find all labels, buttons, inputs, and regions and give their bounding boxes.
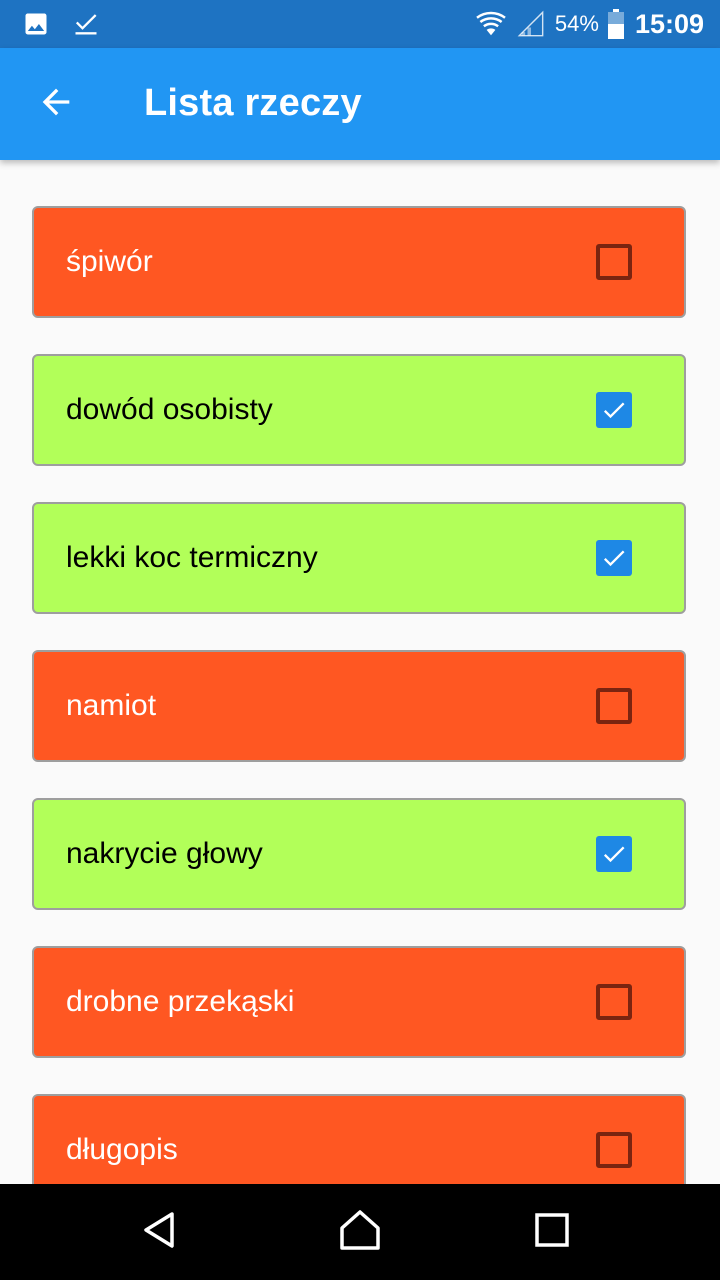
item-label: śpiwór — [66, 245, 153, 278]
item-label: nakrycie głowy — [66, 837, 263, 870]
item-label: namiot — [66, 689, 157, 722]
navigation-bar — [0, 1184, 720, 1280]
item-checkbox[interactable] — [596, 984, 632, 1020]
item-checkbox[interactable] — [596, 1132, 632, 1168]
list-item[interactable]: długopis — [32, 1094, 686, 1184]
back-button[interactable] — [28, 76, 84, 132]
item-checkbox[interactable] — [596, 244, 632, 280]
list-item[interactable]: drobne przekąski — [32, 946, 686, 1058]
item-list: śpiwór dowód osobisty lekki koc termiczn… — [0, 160, 720, 1184]
item-label: długopis — [66, 1133, 178, 1166]
back-triangle-icon — [140, 1210, 180, 1255]
list-item[interactable]: lekki koc termiczny — [32, 502, 686, 614]
item-label: lekki koc termiczny — [66, 541, 318, 574]
clock: 15:09 — [634, 8, 704, 39]
app-bar: Lista rzeczy — [0, 48, 720, 160]
recents-icon — [534, 1212, 570, 1253]
arrow-back-icon — [36, 82, 76, 127]
list-item[interactable]: nakrycie głowy — [32, 798, 686, 910]
check-icon — [603, 402, 625, 419]
nav-recents-button[interactable] — [528, 1208, 576, 1256]
battery-icon — [607, 8, 625, 40]
list-item[interactable]: dowód osobisty — [32, 354, 686, 466]
signal-icon — [515, 8, 547, 40]
check-icon — [603, 550, 625, 567]
list-item[interactable]: śpiwór — [32, 206, 686, 318]
list-item[interactable]: namiot — [32, 650, 686, 762]
notification-icons — [20, 8, 102, 40]
nav-back-button[interactable] — [136, 1208, 184, 1256]
download-done-icon — [70, 8, 102, 40]
wifi-icon — [475, 8, 507, 40]
page-title: Lista rzeczy — [144, 82, 362, 124]
status-bar: 54% 15:09 — [0, 0, 720, 48]
item-checkbox[interactable] — [596, 836, 632, 872]
check-icon — [603, 846, 625, 863]
item-label: drobne przekąski — [66, 985, 295, 1018]
item-checkbox[interactable] — [596, 540, 632, 576]
item-checkbox[interactable] — [596, 688, 632, 724]
nav-home-button[interactable] — [336, 1208, 384, 1256]
item-label: dowód osobisty — [66, 393, 273, 426]
item-checkbox[interactable] — [596, 392, 632, 428]
battery-percent: 54% — [554, 11, 599, 36]
home-icon — [338, 1208, 382, 1257]
image-icon — [20, 8, 52, 40]
